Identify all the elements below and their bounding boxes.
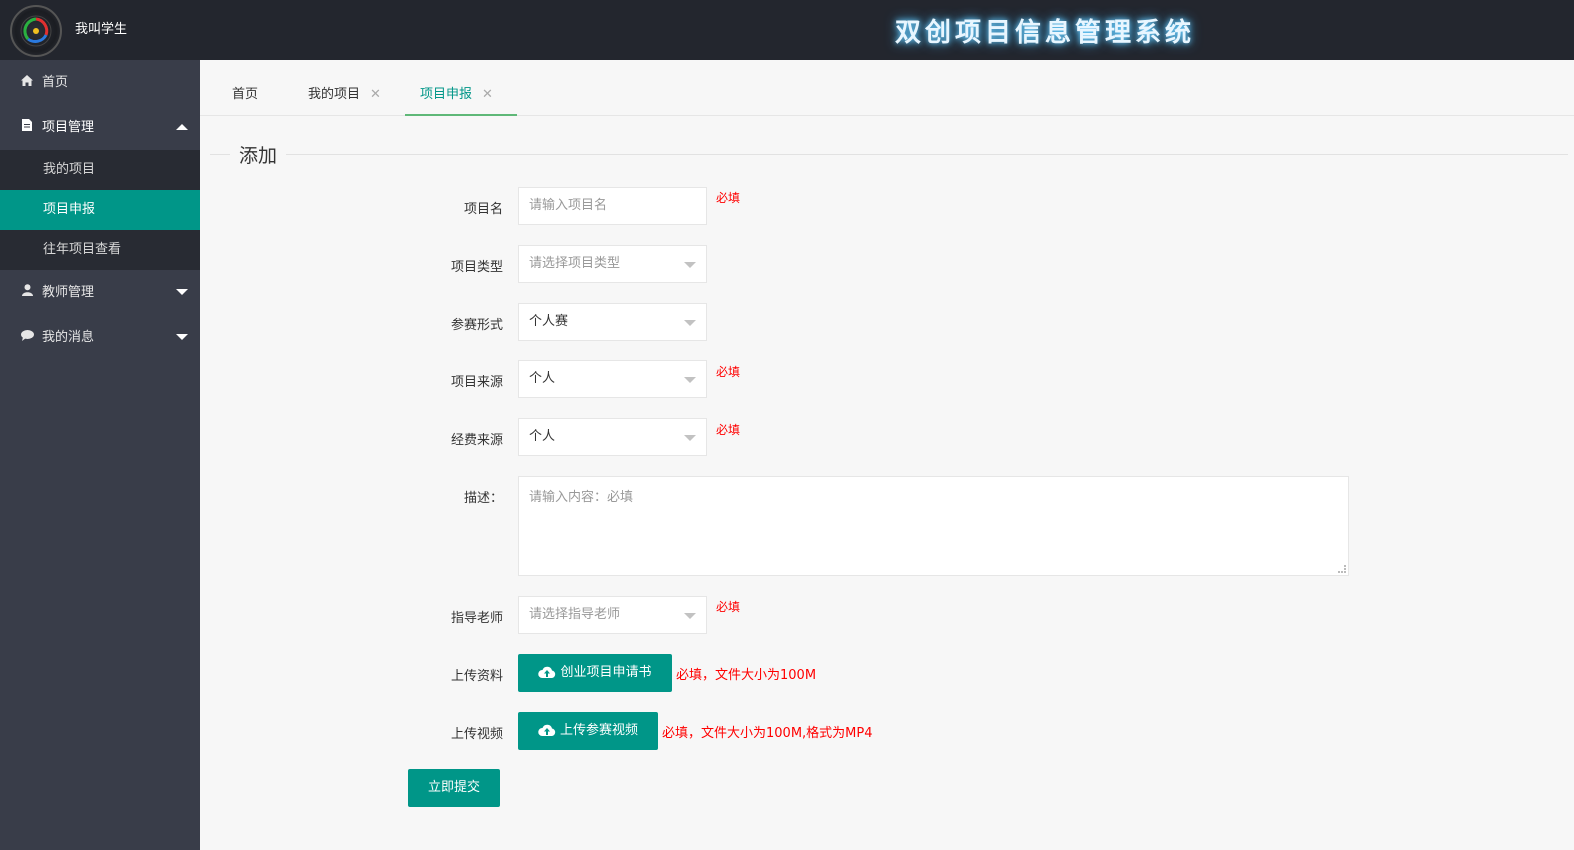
cloud-upload-icon [538,724,556,736]
sidebar-item-past-projects[interactable]: 往年项目查看 [0,230,200,270]
project-type-select[interactable]: 请选择项目类型 [518,245,707,283]
required-note: 必填 [716,600,741,614]
select-value: 个人 [529,371,556,386]
close-icon[interactable]: ✕ [370,87,381,102]
sidebar: 首页 项目管理 我的项目 项目申报 往年项目查看 教师管理 我的消息 [0,60,200,850]
chevron-down-icon [684,435,696,441]
button-label: 创业项目申请书 [560,665,652,680]
document-icon [20,105,34,150]
sidebar-item-label: 教师管理 [42,285,95,300]
sidebar-item-my-messages[interactable]: 我的消息 [0,315,200,360]
required-note: 必填 [716,191,741,205]
upload-material-label: 上传资料 [450,669,503,684]
select-value: 个人赛 [529,314,569,329]
chevron-down-icon [684,377,696,383]
resize-handle-icon[interactable] [1338,565,1346,573]
tab-label: 项目申报 [420,87,473,102]
required-note: 必填 [716,423,741,437]
upload-application-button[interactable]: 创业项目申请书 [518,654,672,692]
sidebar-item-label: 项目管理 [42,120,95,135]
advisor-select[interactable]: 请选择指导老师 [518,596,707,634]
chevron-down-icon [176,289,188,295]
fieldset-divider [210,154,1568,155]
select-value: 个人 [529,429,556,444]
tab-project-application[interactable]: 项目申报 ✕ [405,60,517,116]
top-header: 我叫学生 双创项目信息管理系统 [0,0,1574,60]
competition-form-select[interactable]: 个人赛 [518,303,707,341]
upload-video-label: 上传视频 [450,727,503,742]
project-name-input[interactable]: 请输入项目名 [518,187,707,225]
description-textarea[interactable]: 请输入内容：必填 [518,476,1349,576]
logo [10,5,62,57]
upload-material-note: 必填，文件大小为100M [676,668,817,683]
submit-button[interactable]: 立即提交 [408,769,500,807]
username[interactable]: 我叫学生 [75,18,127,37]
home-icon [20,60,34,105]
chevron-down-icon [684,262,696,268]
tab-label: 我的项目 [308,87,361,102]
chevron-up-icon [176,124,188,130]
project-management-submenu: 我的项目 项目申报 往年项目查看 [0,150,200,270]
chat-bubble-icon [20,315,34,360]
funding-source-select[interactable]: 个人 [518,418,707,456]
sidebar-item-project-management[interactable]: 项目管理 [0,105,200,150]
system-title: 双创项目信息管理系统 [895,18,1196,48]
textarea-placeholder: 请输入内容：必填 [529,490,634,505]
button-label: 上传参赛视频 [559,723,638,738]
required-note: 必填 [716,365,741,379]
tab-label: 首页 [232,87,259,102]
cloud-upload-icon [538,666,556,678]
sidebar-item-project-application[interactable]: 项目申报 [0,190,200,230]
project-name-label: 项目名 [463,202,503,217]
competition-form-label: 参赛形式 [450,318,503,333]
tab-home[interactable]: 首页 [232,60,258,116]
upload-video-button[interactable]: 上传参赛视频 [518,712,658,750]
sidebar-item-home[interactable]: 首页 [0,60,200,105]
description-label: 描述： [463,491,503,506]
tab-my-projects[interactable]: 我的项目 ✕ [308,60,381,116]
chevron-down-icon [176,334,188,340]
close-icon[interactable]: ✕ [482,87,493,102]
sidebar-item-label: 首页 [42,75,69,90]
advisor-label: 指导老师 [450,611,503,626]
project-type-label: 项目类型 [450,260,503,275]
chevron-down-icon [684,613,696,619]
form-title: 添加 [230,141,287,168]
project-source-label: 项目来源 [450,375,503,390]
project-source-select[interactable]: 个人 [518,360,707,398]
sidebar-item-teacher-management[interactable]: 教师管理 [0,270,200,315]
tab-bar: 首页 我的项目 ✕ 项目申报 ✕ [200,60,1574,116]
sidebar-item-label: 我的消息 [42,330,95,345]
chevron-down-icon [684,320,696,326]
upload-video-note: 必填，文件大小为100M,格式为MP4 [662,726,873,741]
select-value: 请选择项目类型 [529,256,621,271]
select-value: 请选择指导老师 [529,607,621,622]
funding-source-label: 经费来源 [450,433,503,448]
sidebar-item-my-projects[interactable]: 我的项目 [0,150,200,190]
user-icon [20,270,34,315]
